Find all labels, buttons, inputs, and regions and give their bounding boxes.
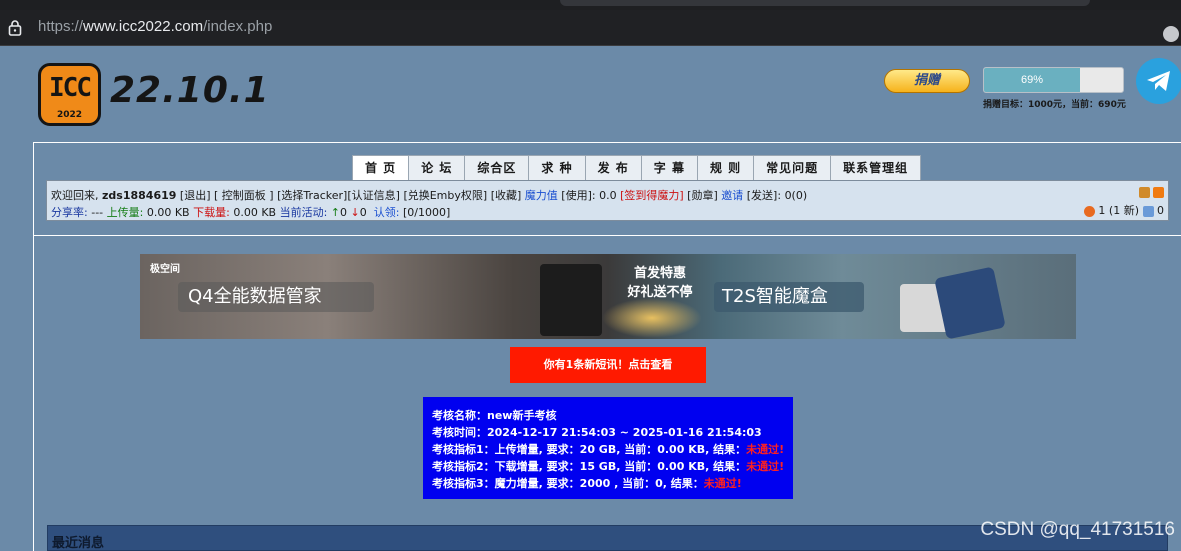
header-divider	[34, 235, 1181, 236]
control-panel-link[interactable]: [ 控制面板 ]	[214, 189, 274, 202]
cert-link[interactable]: [认证信息]	[347, 189, 400, 202]
welcome-text: 欢迎回来,	[51, 189, 99, 202]
signin-link[interactable]: [签到得魔力]	[620, 189, 684, 202]
assessment-row: 考核时间：2024-12-17 21:54:03 ~ 2025-01-16 21…	[432, 426, 762, 439]
telegram-icon[interactable]	[1136, 58, 1181, 104]
favorites-link[interactable]: [收藏]	[491, 189, 522, 202]
nav-contact-staff[interactable]: 联系管理组	[830, 155, 922, 180]
inbox-icon[interactable]	[1083, 205, 1095, 217]
emby-link[interactable]: [兑换Emby权限]	[403, 189, 487, 202]
send-invite-link[interactable]: [发送]:	[747, 189, 781, 202]
use-magic-link[interactable]: [使用]:	[561, 189, 595, 202]
assessment-row: 考核指标3：魔力增量, 要求：2000 , 当前：0, 结果：未通过!	[432, 477, 742, 490]
username-link[interactable]: zds1884619	[102, 189, 176, 202]
share-ratio-value: ---	[91, 206, 104, 219]
logo-year: 2022	[56, 110, 83, 120]
nav-general[interactable]: 综合区	[464, 155, 530, 180]
nav-faq[interactable]: 常见问题	[753, 155, 832, 180]
banner-left-tag: Q4全能数据管家	[178, 282, 374, 312]
browser-tabstrip	[0, 0, 1181, 10]
assessment-result: 未通过!	[746, 460, 785, 473]
share-ratio-label: 分享率:	[51, 206, 88, 219]
lock-icon[interactable]	[8, 19, 22, 37]
logout-link[interactable]: [退出]	[180, 189, 211, 202]
assessment-result: 未通过!	[746, 443, 785, 456]
donate-progress-percent: 69%	[1020, 74, 1044, 86]
right-icons-row2: 1 (1 新) 0	[1083, 202, 1164, 218]
user-info-bar: 欢迎回来, zds1884619 [退出] [ 控制面板 ] [选择Tracke…	[46, 180, 1169, 221]
tab-strip-edge	[560, 0, 1090, 6]
rss-icon[interactable]	[1153, 186, 1164, 198]
new-message-button[interactable]: 你有1条新短讯！点击查看	[510, 347, 706, 383]
active-down-count: 0	[359, 206, 367, 219]
url-host: www.icc2022.com	[83, 18, 204, 35]
leeching-down-arrow-icon: ↓	[350, 206, 360, 219]
url-text[interactable]: https://www.icc2022.com/index.php	[38, 18, 272, 35]
donate-progress-bar: 69%	[983, 67, 1124, 93]
assessment-row: 考核指标1：上传增量, 要求：20 GB, 当前：0.00 KB, 结果：未通过…	[432, 443, 785, 456]
user-info-line-2: 分享率: --- 上传量: 0.00 KB 下载量: 0.00 KB 当前活动:…	[51, 204, 450, 220]
banner-right-tag: T2S智能魔盒	[714, 282, 864, 312]
csdn-watermark: CSDN @qq_41731516	[980, 519, 1175, 540]
site-logo[interactable]: ICC 2022	[38, 63, 101, 126]
logo-text: ICC	[49, 73, 92, 103]
active-up-count: 0	[340, 206, 348, 219]
nav-upload[interactable]: 发 布	[584, 155, 642, 180]
friends-icon[interactable]	[1138, 186, 1150, 198]
invite-count: 0(0)	[784, 189, 808, 202]
invite-link[interactable]: 邀请	[721, 189, 743, 202]
address-bar[interactable]: https://www.icc2022.com/index.php	[0, 10, 1181, 46]
tracker-link[interactable]: [选择Tracker]	[277, 189, 347, 202]
banner-mid-line-1: 首发特惠	[633, 266, 686, 281]
magic-link[interactable]: 魔力值	[525, 189, 558, 202]
upload-label: 上传量:	[106, 206, 144, 219]
assessment-row: 考核名称：new新手考核	[432, 409, 557, 422]
message-count[interactable]: 1 (1 新)	[1098, 204, 1139, 217]
right-icons-row1	[1084, 185, 1164, 198]
site-version: 22.10.1	[110, 70, 270, 111]
user-info-line-1: 欢迎回来, zds1884619 [退出] [ 控制面板 ] [选择Tracke…	[51, 187, 807, 203]
main-nav: 首 页 论 坛 综合区 求 种 发 布 字 幕 规 则 常见问题 联系管理组	[352, 155, 922, 180]
assessment-result: 未通过!	[703, 477, 742, 490]
nav-forum[interactable]: 论 坛	[408, 155, 466, 180]
seeding-up-arrow-icon: ↑	[330, 206, 341, 219]
active-label: 当前活动:	[279, 206, 328, 219]
browser-extension-icon[interactable]	[1163, 26, 1179, 42]
user-info-right: 1 (1 新) 0	[1083, 185, 1164, 218]
nav-request[interactable]: 求 种	[528, 155, 586, 180]
comment-count[interactable]: 0	[1157, 204, 1164, 217]
nav-home[interactable]: 首 页	[352, 155, 410, 180]
url-scheme: https://	[38, 18, 84, 35]
assessment-panel: 考核名称：new新手考核 考核时间：2024-12-17 21:54:03 ~ …	[423, 397, 793, 499]
assessment-row: 考核指标2：下载增量, 要求：15 GB, 当前：0.00 KB, 结果：未通过…	[432, 460, 785, 473]
download-label: 下载量:	[193, 206, 230, 219]
banner-gift-image	[602, 298, 702, 338]
claim-value: [0/1000]	[402, 206, 451, 219]
donate-button[interactable]: 捐赠	[884, 69, 970, 93]
ad-banner[interactable]: 极空间 Q4全能数据管家 首发特惠 好礼送不停 T2S智能魔盒	[140, 254, 1076, 339]
banner-brand: 极空间	[150, 264, 180, 275]
claim-link[interactable]: 认领:	[374, 206, 400, 219]
magic-value: 0.0	[599, 189, 617, 202]
medal-link[interactable]: [勋章]	[687, 189, 718, 202]
upload-value: 0.00 KB	[146, 206, 190, 219]
url-path: /index.php	[203, 18, 273, 35]
comment-icon[interactable]	[1142, 205, 1154, 217]
donate-goal-text: 捐赠目标：1000元，当前：690元	[983, 100, 1126, 110]
nav-subtitles[interactable]: 字 幕	[640, 155, 698, 180]
download-value: 0.00 KB	[233, 206, 277, 219]
nav-rules[interactable]: 规 则	[696, 155, 755, 180]
recent-news-title: 最近消息	[52, 536, 105, 551]
banner-box-device-image	[934, 266, 1006, 339]
